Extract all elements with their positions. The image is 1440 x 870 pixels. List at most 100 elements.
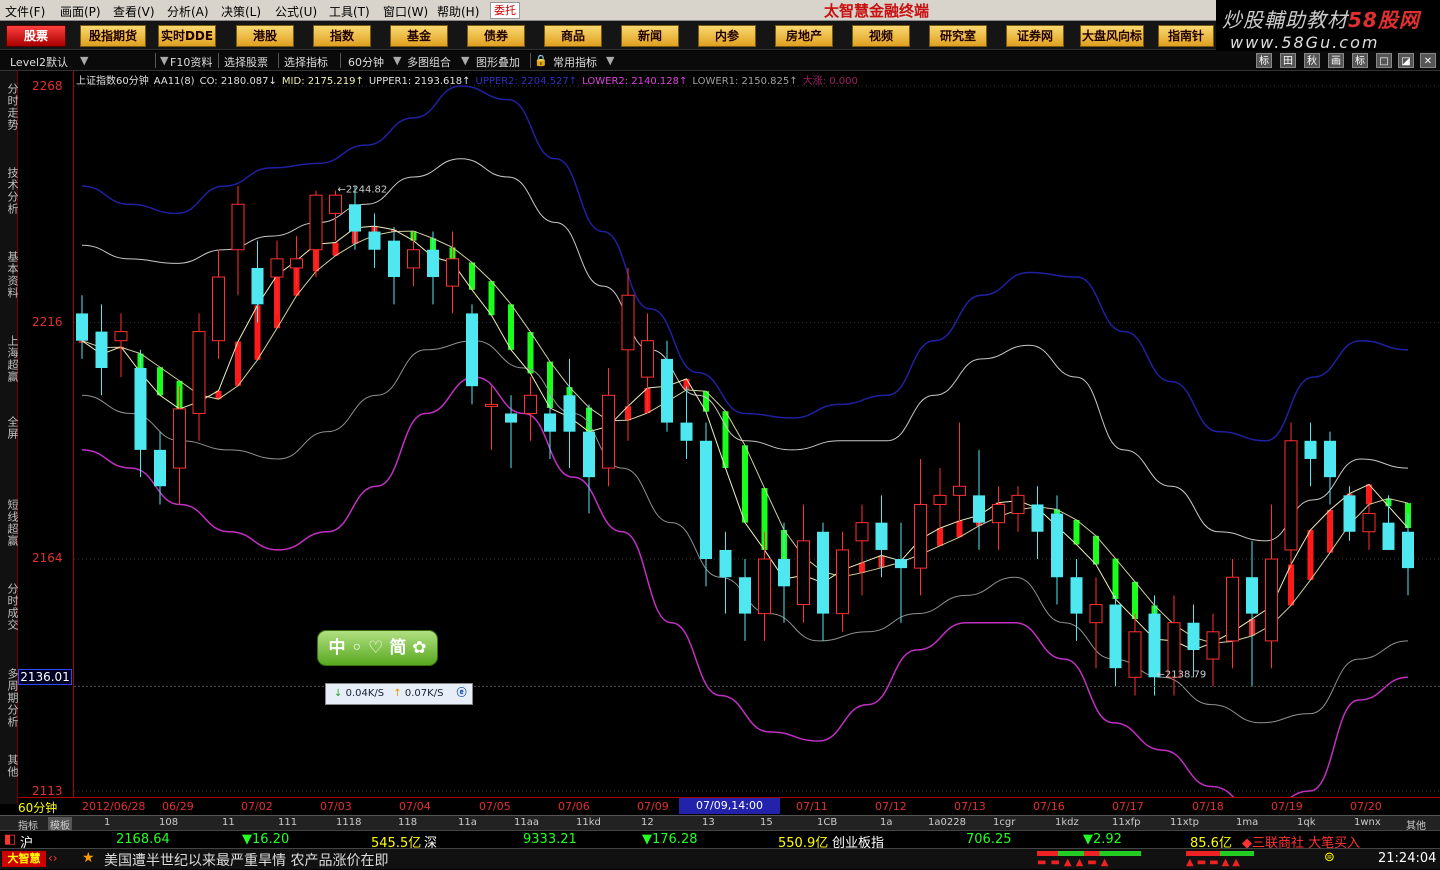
side-tab-technical[interactable]: 技术分析 [0,163,19,219]
mark-icon[interactable]: 标 [1256,53,1272,68]
connection-icon[interactable]: ⊜ [1324,850,1335,865]
dropdown-arrow-icon[interactable]: ▼ [461,54,469,67]
ime-toolbar[interactable]: 中 ◦ ♡ 简 ✿ [317,630,438,666]
overlay-button[interactable]: 图形叠加 [476,54,520,70]
toolbar-button-12[interactable]: 研究室 [929,25,987,47]
candle-body [778,559,790,587]
indicator-tab[interactable]: 1qk [1297,817,1316,828]
toolbar-button-13[interactable]: 证券网 [1006,25,1064,47]
indicator-tab[interactable]: 1118 [336,817,361,828]
indicator-tab[interactable]: 1a0228 [928,817,966,828]
toolbar-button-1[interactable]: 股指期货 [80,25,146,47]
indicator-tab[interactable]: 15 [760,817,773,828]
indicator-tab[interactable]: 118 [398,817,417,828]
toolbar-button-7[interactable]: 商品 [544,25,602,47]
indicator-tab[interactable]: 12 [641,817,654,828]
y-tick-label: 2268 [32,79,63,93]
indicator-tab[interactable]: 11kd [576,817,601,828]
draw-icon[interactable]: 画 [1328,53,1344,68]
toolbar-button-10[interactable]: 房地产 [775,25,833,47]
toolbar-button-11[interactable]: 视频 [852,25,910,47]
layout-select[interactable]: Level2默认 [10,54,68,70]
indicator-tab[interactable]: 11 [222,817,235,828]
app-logo[interactable]: 大智慧 [2,851,46,867]
toolbar-button-14[interactable]: 大盘风向标 [1080,25,1144,47]
menu-decision[interactable]: 决策(L) [221,3,261,20]
side-tab-fundamentals[interactable]: 基本资料 [0,247,19,303]
trade-button[interactable]: 委托 [490,2,520,19]
toolbar-button-2[interactable]: 实时DDE [158,25,216,47]
indicator-tab[interactable]: 13 [702,817,715,828]
menu-window[interactable]: 窗口(W) [383,3,428,20]
indicator-tab[interactable]: 11xfp [1112,817,1141,828]
side-tab-timeshare[interactable]: 分时走势 [0,79,19,135]
common-indicator-button[interactable]: 常用指标 [553,54,597,70]
indicator-tab[interactable]: 1 [104,817,110,828]
dropdown-arrow-icon[interactable]: ▼ [80,54,88,67]
side-tab-shortline[interactable]: 短线超赢 [0,495,19,551]
indicator-tab[interactable]: 11a [458,817,477,828]
menu-screen[interactable]: 画面(P) [60,3,101,20]
candle-body [836,549,849,615]
period-label[interactable]: 60分钟 [18,799,72,815]
secret-icon[interactable]: 秋 [1304,53,1320,68]
restore-icon[interactable]: ◪ [1398,53,1414,68]
side-tab-shanghai[interactable]: 上海超赢 [0,331,19,387]
period-select[interactable]: 60分钟 [348,54,384,70]
aa11-band-bar [1327,509,1333,553]
tag-icon[interactable]: 标 [1352,53,1368,68]
indicator-tab[interactable]: 1ma [1236,817,1258,828]
toolbar-button-8[interactable]: 新闻 [621,25,679,47]
select-stock-button[interactable]: 选择股票 [224,54,268,70]
side-tab-trades[interactable]: 分时成交 [0,579,19,635]
indicator-tab[interactable]: 111 [278,817,297,828]
menu-file[interactable]: 文件(F) [5,3,45,20]
f10-button[interactable]: F10资料 [170,54,212,70]
toolbar-button-0[interactable]: 股票 [6,25,66,47]
indicator-tab[interactable]: 1cgr [993,817,1015,828]
clock: 21:24:04 [1378,851,1437,866]
dropdown-arrow-icon[interactable]: ▼ [393,54,401,67]
indicator-tab[interactable]: 11xtp [1170,817,1199,828]
candle-body [349,204,361,232]
indicator-tab[interactable]: 1a [880,817,893,828]
legend-item: CO: 2180.087↓ [199,76,277,87]
toolbar-button-6[interactable]: 债券 [467,25,525,47]
indicator-tab[interactable]: 1kdz [1055,817,1079,828]
menu-help[interactable]: 帮助(H) [437,3,479,20]
brand-text-a: 炒股輔助教材 [1222,8,1348,32]
menu-analysis[interactable]: 分析(A) [167,3,209,20]
toolbar-button-15[interactable]: 指南针 [1158,25,1214,47]
x-tick-label: 07/04 [399,800,431,813]
minimize-icon[interactable]: □ [1376,53,1392,68]
news-ticker[interactable]: 美国遭半世纪以来最严重旱情 农产品涨价在即 [104,850,388,870]
menu-formula[interactable]: 公式(U) [275,3,317,20]
side-tab-multiperiod[interactable]: 多周期分析 [0,663,19,733]
toolbar-button-9[interactable]: 内参 [698,25,756,47]
menu-tools[interactable]: 工具(T) [329,3,370,20]
side-tab-fullscreen[interactable]: 全屏 [0,413,19,443]
indicator-tab[interactable]: 1wnx [1354,817,1381,828]
indicator-tab[interactable]: 108 [159,817,178,828]
candle-body [524,394,537,414]
candlestick-chart[interactable]: ←2244.82 ←2138.79 [74,71,1440,797]
candle-body [446,258,459,287]
toolbar-button-3[interactable]: 港股 [236,25,294,47]
indicator-tab[interactable]: 1CB [817,817,837,828]
multi-chart-button[interactable]: 多图组合 [407,54,451,70]
toolbar-button-5[interactable]: 基金 [390,25,448,47]
browser-icon[interactable]: ⓔ [457,688,467,699]
x-tick-label: 07/12 [875,800,907,813]
close-icon[interactable]: ✕ [1420,53,1436,68]
news-nav-icon[interactable]: ‹› [48,851,58,865]
menu-view[interactable]: 查看(V) [113,3,155,20]
network-speed-widget: ↓ 0.04K/S ↑ 0.07K/S ⓔ [325,683,473,705]
select-indicator-button[interactable]: 选择指标 [284,54,328,70]
grid-icon[interactable]: 田 [1280,53,1296,68]
lock-icon[interactable]: 🔒 [534,54,548,67]
dropdown-arrow-icon[interactable]: ▼ [606,54,614,67]
indicator-tab[interactable]: 11aa [514,817,539,828]
toolbar-button-4[interactable]: 指数 [313,25,371,47]
side-tab-other[interactable]: 其他 [0,751,19,781]
dropdown-arrow-icon[interactable]: ▼ [160,54,168,67]
